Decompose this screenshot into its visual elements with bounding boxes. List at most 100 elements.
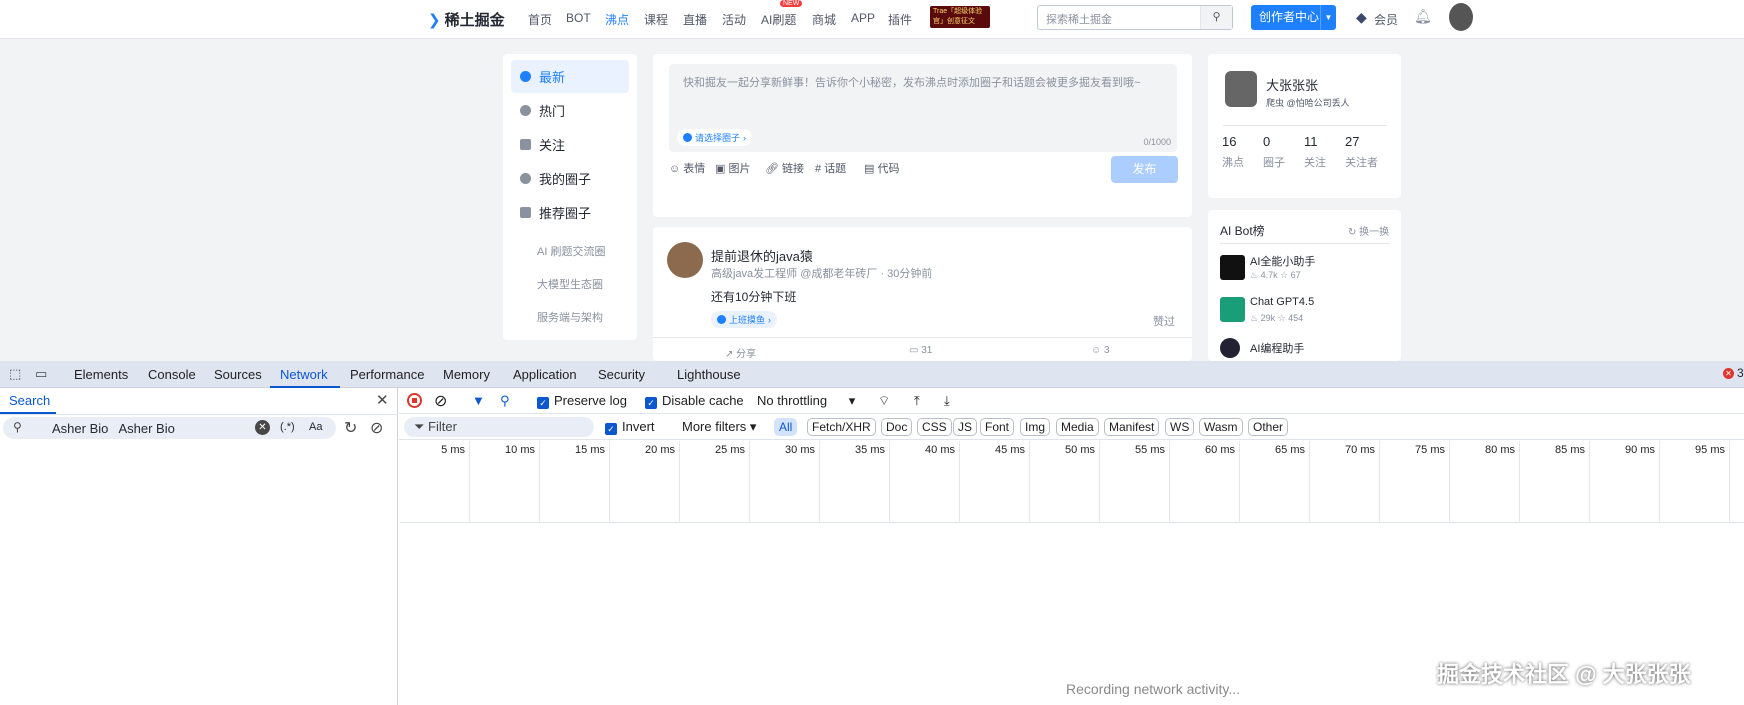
nav-course[interactable]: 课程 xyxy=(644,11,668,28)
filter-other[interactable]: Other xyxy=(1248,418,1289,436)
preserve-log-checkbox[interactable]: ✓ Preserve log xyxy=(537,393,627,409)
bot-name[interactable]: AI编程助手 xyxy=(1250,340,1304,356)
nav-home[interactable]: 首页 xyxy=(528,11,552,28)
nav-pins[interactable]: 沸点 xyxy=(605,11,629,28)
nav-live[interactable]: 直播 xyxy=(683,11,707,28)
search-query-input[interactable]: ⚲ Asher Bio Asher Bio ✕ (.*) Aa xyxy=(3,417,336,439)
stat-followers[interactable]: 27 xyxy=(1345,134,1359,149)
import-har-icon[interactable]: ⤒ xyxy=(914,393,920,409)
regex-toggle[interactable]: (.*) xyxy=(280,421,295,433)
nav-plugins[interactable]: 插件 xyxy=(888,11,912,28)
clear-icon[interactable]: ✕ xyxy=(255,420,270,435)
user-avatar[interactable] xyxy=(1449,3,1473,31)
author-name[interactable]: 提前退休的java猿 xyxy=(711,246,813,265)
throttling-select[interactable]: No throttling ▾ xyxy=(757,393,855,409)
filter-fetch-xhr[interactable]: Fetch/XHR xyxy=(807,418,876,436)
topic-button[interactable]: # 话题 xyxy=(815,160,846,176)
post-tag[interactable]: 上班摸鱼 › xyxy=(711,311,778,328)
sidebar-item-recommended[interactable]: 推荐圈子 xyxy=(511,196,629,229)
tab-application[interactable]: Application xyxy=(513,367,577,382)
filter-doc[interactable]: Doc xyxy=(881,418,913,436)
filter-ws[interactable]: WS xyxy=(1165,418,1195,436)
share-button[interactable]: ↗ 分享 xyxy=(725,345,756,360)
network-conditions-icon[interactable]: ⌔ xyxy=(878,393,890,409)
stat-pins[interactable]: 16 xyxy=(1222,134,1236,149)
filter-img[interactable]: Img xyxy=(1020,418,1051,436)
circle-backend[interactable]: 服务端与架构 xyxy=(537,309,603,325)
nav-events[interactable]: 活动 xyxy=(722,11,746,28)
juejin-logo[interactable]: ❯ 稀土掘金 xyxy=(428,9,505,30)
creator-center-button[interactable]: 创作者中心 ▼ xyxy=(1251,5,1336,30)
select-circle-button[interactable]: 请选择圈子 › xyxy=(677,129,753,146)
bot-name[interactable]: AI全能小助手 xyxy=(1250,253,1315,269)
bot-avatar[interactable] xyxy=(1220,338,1240,358)
filter-font[interactable]: Font xyxy=(980,418,1015,436)
stat-following[interactable]: 11 xyxy=(1304,134,1318,149)
sidebar-item-latest[interactable]: 最新 xyxy=(511,60,629,93)
tab-console[interactable]: Console xyxy=(148,367,196,382)
link-button[interactable]: 🔗︎ 链接 xyxy=(765,160,804,176)
close-icon[interactable]: ✕ xyxy=(376,391,389,409)
filter-icon[interactable]: ▼ xyxy=(472,393,485,408)
author-avatar[interactable] xyxy=(667,242,703,278)
like-button[interactable]: ☺ 3 xyxy=(1091,345,1110,356)
comment-button[interactable]: ▭ 31 xyxy=(909,345,932,356)
filter-js[interactable]: JS xyxy=(953,418,978,436)
code-button[interactable]: ▤ 代码 xyxy=(864,160,899,176)
filter-media[interactable]: Media xyxy=(1056,418,1099,436)
filter-wasm[interactable]: Wasm xyxy=(1199,418,1243,436)
sidebar-item-hot[interactable]: 热门 xyxy=(511,94,629,127)
clear-icon[interactable]: ⊘ xyxy=(434,391,447,411)
tab-elements[interactable]: Elements xyxy=(74,367,128,382)
clear-results-icon[interactable]: ⊘ xyxy=(370,418,383,438)
search-icon[interactable]: ⚲ xyxy=(1200,6,1232,29)
nav-app[interactable]: APP xyxy=(851,11,875,25)
circle-ai-quiz[interactable]: AI 刷题交流圈 xyxy=(537,243,605,259)
filter-manifest[interactable]: Manifest xyxy=(1104,418,1160,436)
refresh-icon[interactable]: ↻ xyxy=(344,418,357,438)
inspect-element-icon[interactable]: ⬚ xyxy=(9,366,21,382)
emoji-button[interactable]: ☺ 表情 xyxy=(669,160,705,176)
match-case-toggle[interactable]: Aa xyxy=(309,421,322,433)
nav-ai-quiz[interactable]: AI刷题 xyxy=(761,11,796,28)
tab-sources[interactable]: Sources xyxy=(214,367,262,382)
search-icon[interactable]: ⚲ xyxy=(500,393,510,409)
waterfall-overview[interactable]: 5 ms 10 ms 15 ms 20 ms 25 ms 30 ms 35 ms 40 ms 4… xyxy=(400,441,1744,523)
sidebar-item-my-circles[interactable]: 我的圈子 xyxy=(511,162,629,195)
record-icon[interactable] xyxy=(407,393,422,408)
profile-avatar[interactable] xyxy=(1225,71,1257,107)
image-button[interactable]: ▣ 图片 xyxy=(715,160,750,176)
tab-lighthouse[interactable]: Lighthouse xyxy=(677,367,741,382)
tab-security[interactable]: Security xyxy=(598,367,645,382)
nav-bot[interactable]: BOT xyxy=(566,11,591,25)
bot-avatar[interactable] xyxy=(1220,255,1245,280)
filter-css[interactable]: CSS xyxy=(917,418,952,436)
stat-circles[interactable]: 0 xyxy=(1263,134,1270,149)
bell-icon[interactable]: 🔔︎ xyxy=(1414,8,1432,25)
caret-down-icon[interactable]: ▼ xyxy=(1320,5,1336,30)
nav-shop[interactable]: 商城 xyxy=(812,11,836,28)
filter-all[interactable]: All xyxy=(774,418,798,436)
device-toolbar-icon[interactable]: ▭ xyxy=(35,366,47,382)
publish-button[interactable]: 发布 xyxy=(1111,156,1178,183)
error-count[interactable]: 3 xyxy=(1737,366,1744,380)
tab-memory[interactable]: Memory xyxy=(443,367,490,382)
filter-input[interactable]: ⏷ Filter xyxy=(404,417,594,437)
disable-cache-checkbox[interactable]: ✓ Disable cache xyxy=(645,393,744,409)
refresh-button[interactable]: ↻ 换一换 xyxy=(1348,223,1389,238)
pin-textarea[interactable]: 快和掘友一起分享新鲜事！告诉你个小秘密，发布沸点时添加圈子和话题会被更多掘友看到… xyxy=(669,64,1177,152)
bot-name[interactable]: Chat GPT4.5 xyxy=(1250,296,1314,308)
vip-link[interactable]: 会员 xyxy=(1374,11,1398,28)
error-icon[interactable]: ✕ xyxy=(1723,368,1734,379)
tab-network[interactable]: Network xyxy=(280,367,328,382)
profile-name[interactable]: 大张张张 xyxy=(1266,75,1318,94)
export-har-icon[interactable]: ⤓ xyxy=(944,393,950,409)
more-filters-dropdown[interactable]: More filters ▾ xyxy=(682,419,756,435)
bot-avatar[interactable] xyxy=(1220,297,1245,322)
tab-performance[interactable]: Performance xyxy=(350,367,424,382)
invert-checkbox[interactable]: ✓ Invert xyxy=(605,419,655,435)
sidebar-item-following[interactable]: 关注 xyxy=(511,128,629,161)
search-input[interactable]: 探索稀土掘金 ⚲ xyxy=(1037,5,1233,30)
circle-llm[interactable]: 大模型生态圈 xyxy=(537,276,603,292)
promo-banner[interactable]: Trae「超级体验官」创意征文 xyxy=(930,6,990,28)
